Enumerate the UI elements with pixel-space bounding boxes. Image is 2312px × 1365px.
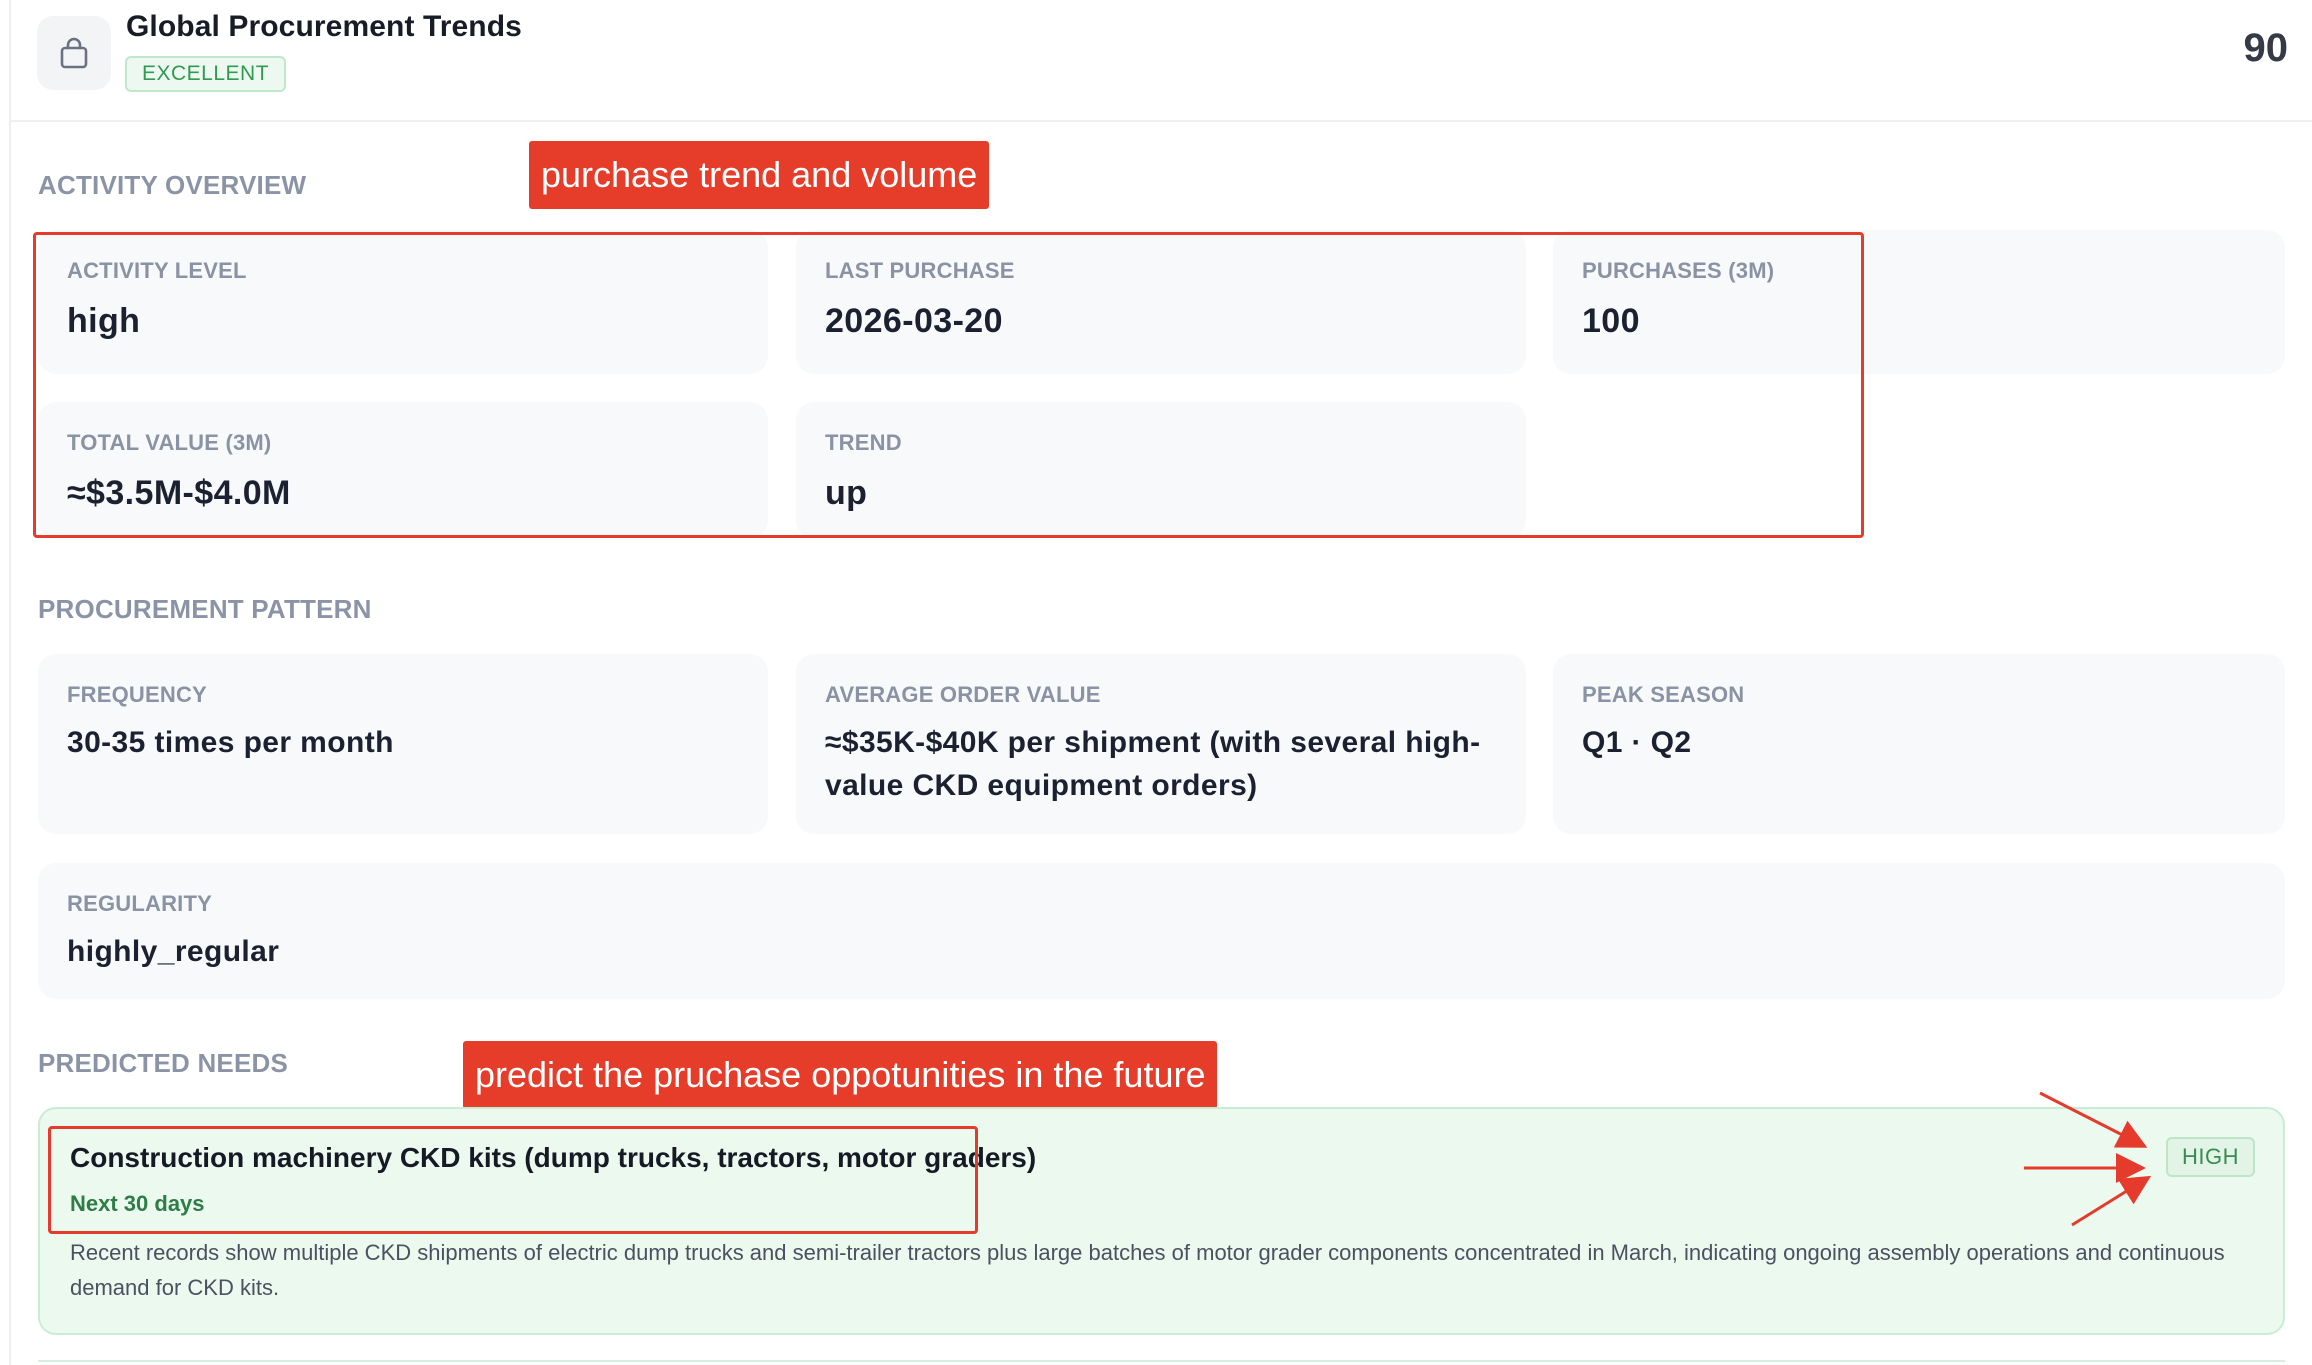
page-title: Global Procurement Trends	[126, 10, 522, 43]
card-label: REGULARITY	[67, 891, 212, 916]
shopping-bag-icon	[37, 16, 111, 90]
card-value: highly_regular	[67, 935, 280, 968]
need-description: Recent records show multiple CKD shipmen…	[70, 1240, 2225, 1300]
regularity-card: REGULARITY highly_regular	[38, 863, 2285, 999]
next-card-edge	[38, 1360, 2285, 1362]
activity-overview-title: ACTIVITY OVERVIEW	[38, 170, 307, 200]
annotation-arrows	[2024, 1091, 2152, 1227]
left-border	[9, 0, 11, 1365]
rating-badge: EXCELLENT	[125, 56, 287, 92]
card-value: Q1 · Q2	[1582, 726, 1692, 759]
predicted-needs-title: PREDICTED NEEDS	[38, 1048, 289, 1078]
page-header: Global Procurement Trends EXCELLENT 90	[9, 0, 2312, 122]
procurement-pattern-title: PROCUREMENT PATTERN	[38, 594, 372, 624]
frequency-card: FREQUENCY 30-35 times per month	[38, 654, 768, 834]
peak-season-card: PEAK SEASON Q1 · Q2	[1553, 654, 2285, 834]
card-label: FREQUENCY	[67, 682, 207, 707]
average-order-value-card: AVERAGE ORDER VALUE ≈$35K-$40K per shipm…	[796, 654, 1526, 834]
need-annotation-box	[48, 1126, 978, 1234]
card-label: PEAK SEASON	[1582, 682, 1745, 707]
priority-badge: HIGH	[2166, 1137, 2255, 1177]
card-label: AVERAGE ORDER VALUE	[825, 682, 1101, 707]
activity-annotation-label: purchase trend and volume	[529, 141, 990, 209]
score-value: 90	[2243, 26, 2289, 70]
card-value: 30-35 times per month	[67, 726, 394, 759]
activity-annotation-box	[33, 232, 1864, 538]
card-value: ≈$35K-$40K per shipment (with several hi…	[825, 726, 1481, 802]
needs-annotation-label: predict the pruchase oppotunities in the…	[463, 1041, 1218, 1109]
